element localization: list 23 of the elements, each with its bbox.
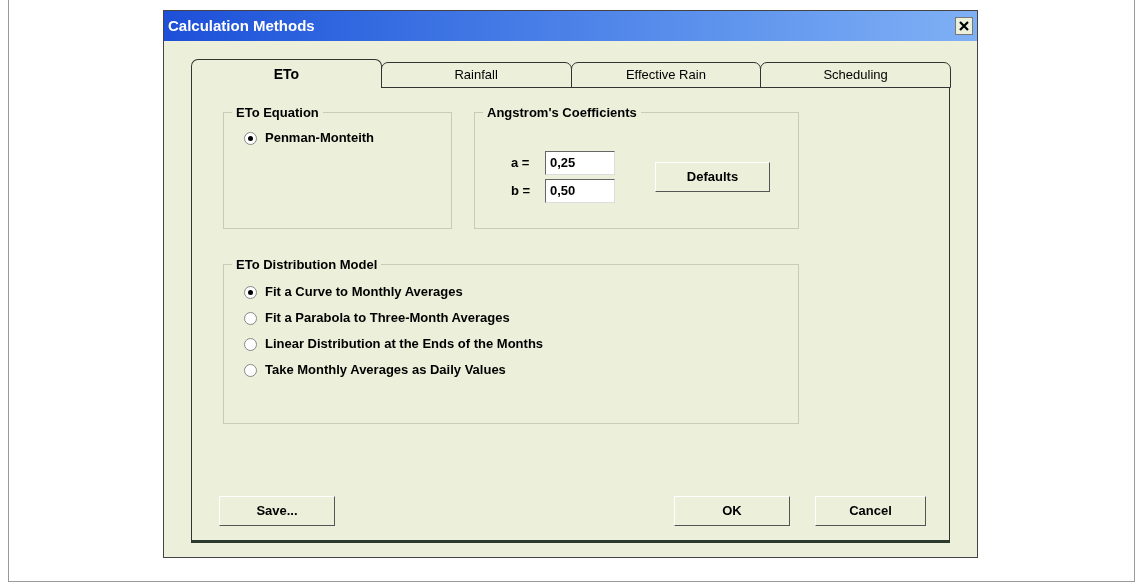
tab[interactable]: ETo (191, 59, 382, 88)
radio-label: Linear Distribution at the Ends of the Months (265, 335, 544, 354)
coefficient-field[interactable]: 0,50 (545, 178, 615, 203)
close-icon (959, 21, 969, 31)
radio-label: Take Monthly Averages as Daily Values (265, 361, 506, 380)
dialog-button[interactable]: Cancel (815, 496, 926, 526)
coefficient-field[interactable]: 0,25 (545, 150, 615, 175)
tab[interactable]: Scheduling (760, 62, 951, 88)
radio-button[interactable] (244, 285, 257, 299)
dialog-button[interactable]: OK (674, 496, 790, 526)
radio-button[interactable] (244, 131, 257, 145)
radio-label: Fit a Parabola to Three-Month Averages (265, 309, 510, 328)
coefficient-label: a = (511, 153, 531, 172)
coefficient-label: b = (511, 181, 532, 200)
radio-label: Fit a Curve to Monthly Averages (265, 283, 463, 302)
radio-label: Penman-Monteith (265, 129, 375, 148)
radio-button[interactable] (244, 311, 257, 325)
dialog-button[interactable]: Save... (219, 496, 335, 526)
dialog-button[interactable]: Defaults (655, 161, 770, 192)
radio-button[interactable] (244, 363, 257, 377)
window-title: Calculation Methods (168, 15, 315, 36)
close-button[interactable] (955, 17, 973, 35)
radio-button[interactable] (244, 337, 257, 351)
